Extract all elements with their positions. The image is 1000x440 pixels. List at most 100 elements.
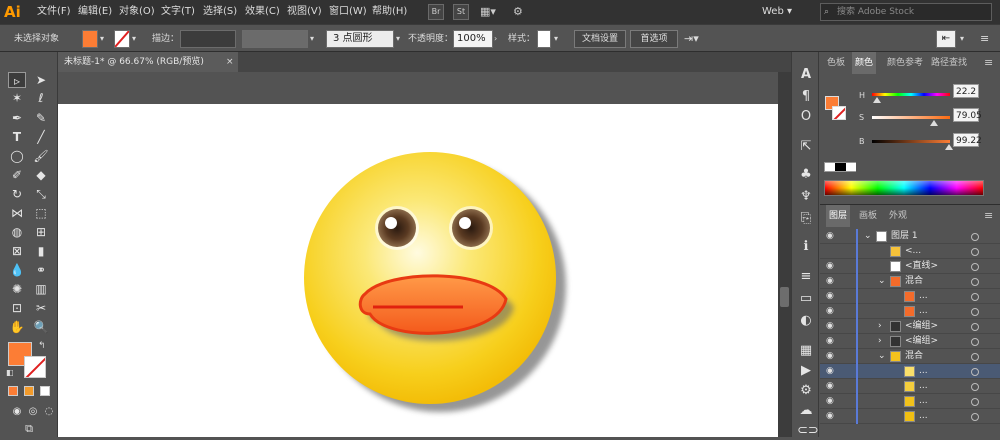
layer-name[interactable]: ... (919, 394, 928, 409)
target-circle-icon[interactable] (971, 398, 979, 406)
free-transform-tool-icon[interactable]: ⬚ (32, 205, 50, 221)
visibility-eye-icon[interactable]: ◉ (826, 231, 838, 241)
align-icon[interactable]: ⇥▾ (684, 30, 699, 48)
arrange-icon[interactable]: ⇤ (936, 30, 956, 48)
menu-effect[interactable]: 效果(C) (245, 0, 280, 24)
saturation-value-field[interactable]: 79.05 (953, 108, 982, 122)
artboard-tool-icon[interactable]: ⊡ (8, 300, 26, 316)
visibility-eye-icon[interactable]: ◉ (826, 261, 838, 271)
target-circle-icon[interactable] (971, 413, 979, 421)
panel-menu-icon[interactable]: ≡ (980, 30, 989, 48)
menu-type[interactable]: 文字(T) (161, 0, 195, 24)
layer-name[interactable]: ... (919, 304, 928, 319)
expand-toggle-icon[interactable]: › (878, 319, 882, 334)
selection-tool-icon[interactable]: ▹ (8, 72, 26, 88)
hand-tool-icon[interactable]: ✋ (8, 319, 26, 335)
arrange-docs-icon[interactable]: ▦▾ (480, 5, 500, 19)
document-setup-button[interactable]: 文档设置 (574, 30, 626, 48)
line-tool-icon[interactable]: ╱ (32, 129, 50, 145)
transform-panel-icon[interactable]: ▭ (797, 290, 815, 308)
visibility-eye-icon[interactable]: ◉ (826, 321, 838, 331)
default-colors-icon[interactable]: ◧ (6, 368, 14, 377)
layer-row[interactable]: ◉ ⌄ 混合 (820, 349, 1000, 364)
target-circle-icon[interactable] (971, 293, 979, 301)
target-circle-icon[interactable] (971, 323, 979, 331)
paragraph-panel-icon[interactable]: ¶ (797, 88, 815, 106)
gradient-mode-icon[interactable] (24, 386, 34, 396)
target-circle-icon[interactable] (971, 263, 979, 271)
stock-button[interactable]: St (453, 4, 469, 20)
target-circle-icon[interactable] (971, 383, 979, 391)
layer-row[interactable]: <... (820, 244, 1000, 259)
target-circle-icon[interactable] (971, 338, 979, 346)
swap-colors-icon[interactable]: ↰ (38, 341, 46, 351)
artboard[interactable] (58, 104, 778, 437)
none-mode-icon[interactable] (40, 386, 50, 396)
fill-swatch[interactable] (82, 30, 98, 48)
tab-appearance[interactable]: 外观 (886, 205, 910, 227)
target-circle-icon[interactable] (971, 353, 979, 361)
width-tool-icon[interactable]: ⋈ (8, 205, 26, 221)
hue-value-field[interactable]: 22.2 (953, 84, 979, 98)
layer-name[interactable]: 混合 (905, 349, 923, 364)
brightness-slider[interactable] (872, 140, 950, 143)
tab-layers[interactable]: 图层 (826, 205, 851, 227)
stock-search-input[interactable]: ⌕ 搜索 Adobe Stock (820, 3, 992, 21)
mesh-tool-icon[interactable]: ⊠ (8, 243, 26, 259)
expand-toggle-icon[interactable]: ⌄ (864, 229, 872, 244)
layer-row[interactable]: ◉... (820, 394, 1000, 409)
layer-name[interactable]: 图层 1 (891, 229, 918, 244)
layer-row[interactable]: ◉ ⌄ 图层 1 (820, 229, 1000, 244)
workspace-switcher[interactable]: Web ▾ (762, 4, 812, 20)
hue-slider[interactable] (872, 93, 950, 96)
style-dropdown-icon[interactable]: ▾ (554, 30, 558, 48)
play-action-icon[interactable]: ▶ (797, 362, 815, 380)
menu-object[interactable]: 对象(O) (119, 0, 155, 24)
slice-tool-icon[interactable]: ✂ (32, 300, 50, 316)
shaper-tool-icon[interactable]: ✐ (8, 167, 26, 183)
symbol-sprayer-tool-icon[interactable]: ✺ (8, 281, 26, 297)
target-circle-icon[interactable] (971, 248, 979, 256)
pen-tool-icon[interactable]: ✒ (8, 110, 26, 126)
gradient-tool-icon[interactable]: ▮ (32, 243, 50, 259)
gpu-performance-icon[interactable]: ⚙ (513, 5, 531, 19)
target-circle-icon[interactable] (971, 278, 979, 286)
menu-help[interactable]: 帮助(H) (372, 0, 407, 24)
rotate-tool-icon[interactable]: ↻ (8, 186, 26, 202)
layer-row[interactable]: ◉ ⌄ 混合 (820, 274, 1000, 289)
perspective-grid-tool-icon[interactable]: ⊞ (32, 224, 50, 240)
layer-name[interactable]: <直线> (905, 259, 938, 274)
libraries-panel-icon[interactable]: ☁ (797, 402, 815, 420)
visibility-eye-icon[interactable]: ◉ (826, 351, 838, 361)
visibility-eye-icon[interactable]: ◉ (826, 306, 838, 316)
menu-select[interactable]: 选择(S) (203, 0, 237, 24)
tab-swatches[interactable]: 色板 (824, 52, 848, 74)
layer-row[interactable]: ◉ › <编组> (820, 334, 1000, 349)
scale-tool-icon[interactable]: ⤡ (32, 186, 50, 202)
color-spectrum[interactable] (824, 180, 984, 196)
menu-window[interactable]: 窗口(W) (329, 0, 367, 24)
expand-toggle-icon[interactable]: ⌄ (878, 349, 886, 364)
eraser-tool-icon[interactable]: ◆ (32, 167, 50, 183)
asset-export-icon[interactable]: ⎘ (797, 210, 815, 228)
layer-row[interactable]: ◉... (820, 304, 1000, 319)
scroll-thumb[interactable] (780, 287, 789, 307)
layer-row[interactable]: ◉ <直线> (820, 259, 1000, 274)
magic-wand-tool-icon[interactable]: ✶ (8, 90, 26, 106)
brightness-value-field[interactable]: 99.22 (953, 133, 982, 147)
stroke-swatch[interactable] (114, 30, 130, 48)
layer-row[interactable]: ◉... (820, 409, 1000, 424)
actions-panel-icon[interactable]: ▦ (797, 342, 815, 360)
column-graph-tool-icon[interactable]: ▥ (32, 281, 50, 297)
tab-color[interactable]: 颜色 (852, 52, 877, 74)
brush-dropdown-icon[interactable]: ▾ (396, 30, 400, 48)
layer-row[interactable]: ◉ › <编组> (820, 319, 1000, 334)
layer-name[interactable]: ... (919, 379, 928, 394)
saturation-slider-thumb[interactable] (929, 120, 938, 126)
arrange-dropdown-icon[interactable]: ▾ (960, 30, 964, 48)
layer-name[interactable]: ... (919, 409, 928, 424)
zoom-tool-icon[interactable]: 🔍 (32, 319, 50, 335)
links-panel-icon[interactable]: ⊂⊃ (797, 422, 819, 440)
layer-name[interactable]: 混合 (905, 274, 923, 289)
layers-panel-menu-icon[interactable]: ≡ (984, 209, 993, 222)
